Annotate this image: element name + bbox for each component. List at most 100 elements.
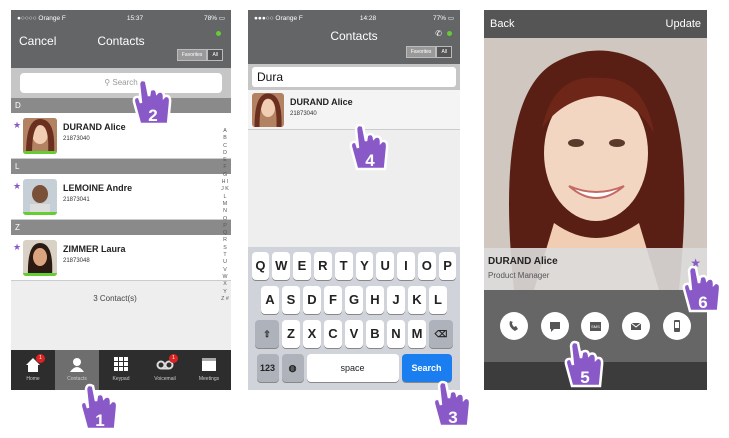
step-number: 5 — [580, 368, 589, 387]
key-o[interactable]: O — [417, 252, 436, 280]
contact-count: 3 Contact(s) — [93, 294, 137, 303]
mobile-icon[interactable] — [662, 312, 691, 340]
phone-icon[interactable] — [500, 312, 529, 340]
avatar — [23, 118, 57, 154]
alphabet-index[interactable]: A B C D E F G H I J K L M N O P Q R S T … — [221, 128, 229, 303]
page-title: Contacts — [330, 29, 378, 43]
step-pointer-hand-icon: 3 — [428, 380, 478, 430]
key-u[interactable]: U — [376, 252, 395, 280]
search-input[interactable]: Dura — [252, 67, 456, 87]
step-number: 4 — [365, 151, 375, 170]
tab-all[interactable]: All — [436, 46, 452, 58]
contact-number: 21873040 — [63, 136, 90, 142]
key-r[interactable]: R — [313, 252, 332, 280]
section-header: Z — [11, 220, 231, 235]
section-header: D — [11, 98, 231, 113]
calendar-icon — [200, 356, 218, 373]
battery-label: 77% ▭ — [433, 15, 454, 22]
tab-favorites[interactable]: Favorites — [176, 49, 208, 61]
favorite-star-icon[interactable]: ★ — [13, 242, 21, 253]
key-w[interactable]: W — [272, 252, 291, 280]
search-icon: ⚲ — [104, 78, 111, 87]
tab-all[interactable]: All — [207, 49, 223, 61]
tab-voicemail[interactable]: 1 Voicemail — [143, 350, 187, 390]
key-x[interactable]: X — [303, 320, 321, 348]
space-key[interactable]: space — [306, 354, 399, 382]
key-l[interactable]: L — [429, 286, 447, 314]
keyboard-row: ⇧ Z X C V B N M ⌫ — [250, 320, 458, 348]
key-j[interactable]: J — [387, 286, 405, 314]
key-c[interactable]: C — [324, 320, 342, 348]
key-z[interactable]: Z — [282, 320, 300, 348]
step-pointer-hand-icon: 2 — [128, 78, 178, 128]
carrier-label: ●●●○○ Orange F — [254, 14, 303, 22]
contact-name: LEMOINE Andre — [63, 183, 133, 193]
key-n[interactable]: N — [387, 320, 405, 348]
search-key[interactable]: Search — [401, 354, 452, 382]
contact-name: DURAND Alice — [488, 256, 558, 267]
tab-meetings[interactable]: Meetings — [187, 350, 231, 390]
home-icon: 1 — [24, 354, 45, 373]
tab-home[interactable]: 1 Home — [11, 350, 55, 390]
key-y[interactable]: Y — [355, 252, 374, 280]
search-bar: Dura — [248, 64, 460, 90]
contact-job-title: Product Manager — [488, 271, 550, 280]
key-k[interactable]: K — [408, 286, 426, 314]
key-p[interactable]: P — [438, 252, 457, 280]
search-input[interactable]: ⚲ Search — [20, 73, 222, 93]
contact-name: DURAND Alice — [290, 97, 353, 107]
key-a[interactable]: A — [261, 286, 279, 314]
step-pointer-hand-icon: 4 — [345, 123, 395, 173]
key-h[interactable]: H — [366, 286, 384, 314]
carrier-label: ●○○○○ Orange F — [17, 14, 66, 22]
step-number: 2 — [148, 106, 157, 125]
key-s[interactable]: S — [282, 286, 300, 314]
globe-icon[interactable]: ◍ — [281, 354, 304, 382]
contact-row[interactable]: ★ DURAND Alice 21873040 — [11, 113, 231, 159]
keyboard: QWERTYUIOP ASDFGHJKL ⇧ Z X C V B N M ⌫ 123 ◍ spa… — [248, 247, 460, 390]
key-v[interactable]: V — [345, 320, 363, 348]
shift-key[interactable]: ⇧ — [255, 320, 279, 348]
clock: 15:37 — [126, 14, 144, 22]
contact-row[interactable]: ★ ZIMMER Laura 21873048 — [11, 235, 231, 281]
mail-icon[interactable] — [622, 312, 651, 340]
key-i[interactable]: I — [397, 252, 415, 280]
tab-favorites[interactable]: Favorites — [405, 46, 437, 58]
key-t[interactable]: T — [334, 252, 353, 280]
favorite-star-icon[interactable]: ★ — [13, 120, 21, 131]
key-q[interactable]: Q — [251, 252, 270, 280]
chat-icon[interactable] — [540, 312, 569, 340]
key-m[interactable]: M — [408, 320, 426, 348]
key-e[interactable]: E — [293, 252, 311, 280]
search-bar: ⚲ Search — [11, 68, 231, 98]
update-button[interactable]: Update — [666, 18, 701, 30]
contact-row[interactable]: ★ LEMOINE Andre 21873041 — [11, 174, 231, 220]
back-button[interactable]: Back — [490, 18, 514, 30]
step-number: 6 — [698, 293, 707, 312]
key-b[interactable]: B — [366, 320, 384, 348]
contact-name: ZIMMER Laura — [63, 244, 126, 254]
step-pointer-hand-icon: 5 — [560, 340, 610, 390]
contact-number: 21873048 — [63, 258, 90, 264]
segmented-control: Favorites All — [176, 49, 223, 61]
avatar — [23, 179, 57, 215]
key-g[interactable]: G — [345, 286, 363, 314]
avatar — [252, 93, 284, 127]
favorite-star-icon[interactable]: ★ — [13, 181, 21, 192]
handset-icon: ✆ — [435, 29, 442, 38]
section-header: L — [11, 159, 231, 174]
sms-icon[interactable]: SMS — [581, 312, 610, 340]
key-f[interactable]: F — [324, 286, 342, 314]
key-d[interactable]: D — [303, 286, 321, 314]
backspace-key[interactable]: ⌫ — [429, 320, 453, 348]
numbers-key[interactable]: 123 — [256, 354, 279, 382]
page-title: Contacts — [97, 34, 145, 48]
keypad-icon — [112, 356, 130, 373]
status-bar: ●○○○○ Orange F 15:37 78% ▭ — [11, 10, 231, 26]
step-pointer-hand-icon: 1 — [75, 383, 125, 433]
phone-screen-contact-detail: Back Update DURAND Alice Product Manager… — [484, 10, 707, 390]
contact-number: 21873041 — [63, 197, 90, 203]
keyboard-row: 123 ◍ space Search — [250, 354, 458, 382]
battery-label: 78% ▭ — [204, 15, 225, 22]
phone-screen-contacts: ●○○○○ Orange F 15:37 78% ▭ Cancel Contac… — [11, 10, 231, 390]
